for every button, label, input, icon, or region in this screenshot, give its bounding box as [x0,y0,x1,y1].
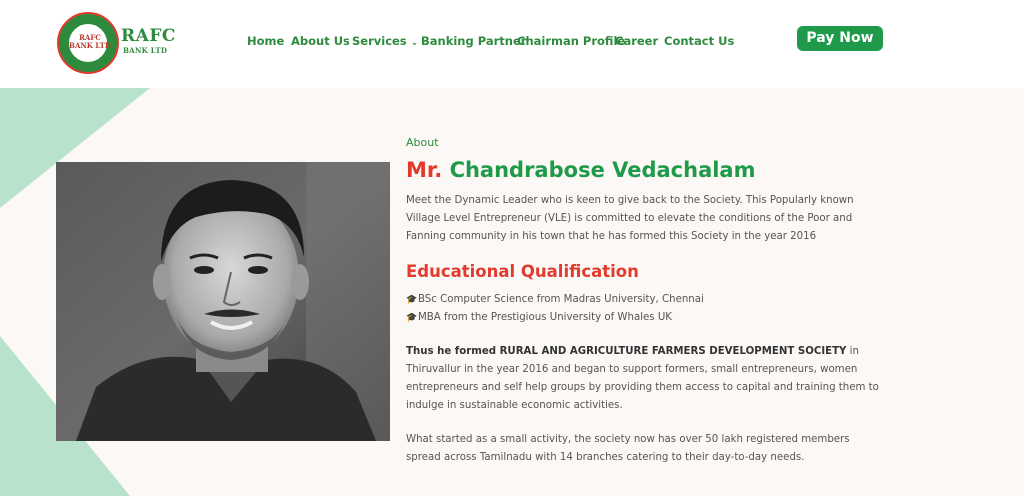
nav-contact-us[interactable]: Contact Us [664,34,734,48]
profile-section: About Mr. Chandrabose Vedachalam Meet th… [0,88,1024,496]
site-header: RAFC BANK LTD RAFC BANK LTD Home About U… [0,0,1024,88]
list-item: 🎓MBA from the Prestigious University of … [406,309,704,327]
nav-about-us[interactable]: About Us [291,34,350,48]
graduation-cap-icon: 🎓 [406,295,418,305]
logo-name: RAFC [121,26,176,46]
title-name: Chandrabose Vedachalam [449,158,756,182]
intro-paragraph: Meet the Dynamic Leader who is keen to g… [406,195,854,242]
society-paragraph-bold: Thus he formed RURAL AND AGRICULTURE FAR… [406,346,847,357]
logo-seal-text: RAFC BANK LTD [69,33,111,50]
graduation-cap-icon: 🎓 [406,313,418,323]
title-prefix: Mr. [406,158,443,182]
nav-services[interactable]: Services ⌄ [352,34,418,48]
nav-career[interactable]: Career [615,34,658,48]
logo-seal-icon: RAFC BANK LTD [57,12,119,74]
growth-paragraph: What started as a small activity, the so… [406,434,850,463]
page-title: Mr. Chandrabose Vedachalam [406,158,756,182]
logo-subtitle: BANK LTD [123,46,168,55]
pay-now-button[interactable]: Pay Now [797,26,883,51]
list-item: 🎓BSc Computer Science from Madras Univer… [406,291,704,309]
chevron-down-icon: ⌄ [410,38,419,48]
chairman-photo [56,162,390,441]
logo[interactable]: RAFC BANK LTD RAFC BANK LTD [57,12,175,76]
nav-banking-partner[interactable]: Banking Partner [421,34,526,48]
education-list: 🎓BSc Computer Science from Madras Univer… [406,291,704,327]
section-eyebrow: About [406,136,439,149]
nav-services-label: Services [352,34,407,48]
society-paragraph: Thus he formed RURAL AND AGRICULTURE FAR… [406,343,886,415]
nav-chairman-profile[interactable]: Chairman Profile [517,34,625,48]
nav-home[interactable]: Home [247,34,284,48]
education-heading: Educational Qualification [406,262,639,281]
